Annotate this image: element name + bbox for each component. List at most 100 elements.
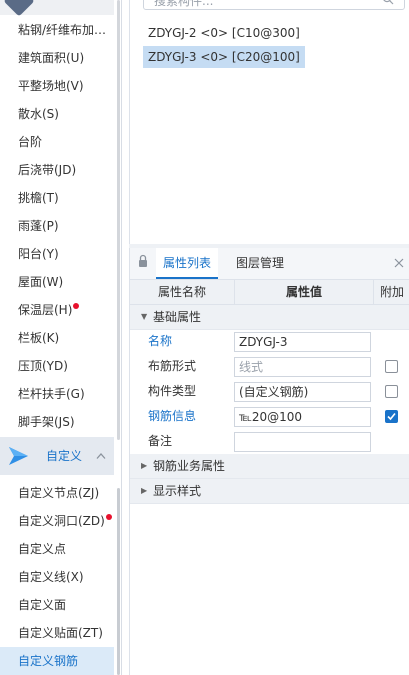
sidebar-scrollbar[interactable] <box>117 0 120 440</box>
property-grid-header: 属性名称 属性值 附加 <box>130 280 409 305</box>
caret-right-icon: ▶ <box>141 461 148 470</box>
sidebar-item-label: 压顶(YD) <box>18 359 68 373</box>
section-label: 显示样式 <box>153 484 202 498</box>
sidebar-group-custom[interactable]: 自定义 <box>0 437 114 475</box>
sidebar-subitem-label: 自定义节点(ZJ) <box>18 486 100 500</box>
sidebar-item[interactable]: 阳台(Y) <box>0 240 114 268</box>
sidebar-nav: 粘钢/纤维布加… 建筑面积(U) 平整场地(V) 散水(S) 台阶 后浇带(JD… <box>0 0 122 675</box>
sidebar-item[interactable]: 散水(S) <box>0 100 114 128</box>
lock-icon[interactable] <box>138 254 148 268</box>
property-value-input[interactable]: ℡20@100 <box>234 407 371 427</box>
component-list-item[interactable]: ZDYGJ-2 <0> [C10@300] <box>143 22 305 44</box>
sidebar-item[interactable]: 挑檐(T) <box>0 184 114 212</box>
sidebar-item[interactable]: 平整场地(V) <box>0 72 114 100</box>
section-basic-properties[interactable]: ▼ 基础属性 <box>130 305 409 330</box>
property-name: 构件类型 <box>148 384 197 398</box>
chevron-up-icon <box>96 453 106 459</box>
new-indicator-dot <box>105 514 112 520</box>
play-triangle-icon <box>9 447 28 465</box>
tab-layer-management[interactable]: 图层管理 <box>232 248 288 279</box>
append-checkbox-checked[interactable] <box>385 410 398 423</box>
sidebar-item-label: 后浇带(JD) <box>18 163 77 177</box>
sidebar-scrollbar[interactable] <box>117 488 120 675</box>
column-header-extra: 附加 <box>379 285 404 299</box>
sidebar-item[interactable]: 栏板(K) <box>0 324 114 352</box>
sidebar-item-label: 栏杆扶手(G) <box>18 387 85 401</box>
property-name: 钢筋信息 <box>148 409 197 423</box>
property-row: 备注 <box>130 429 409 454</box>
sidebar-subitem[interactable]: 自定义贴面(ZT) <box>0 619 114 647</box>
sidebar-item[interactable]: 建筑面积(U) <box>0 44 114 72</box>
sidebar-subitem-label: 自定义贴面(ZT) <box>18 626 103 640</box>
component-list-item-selected[interactable]: ZDYGJ-3 <0> [C20@100] <box>143 46 305 68</box>
property-value-input[interactable]: 线式 <box>234 357 371 377</box>
sidebar-item-label: 脚手架(JS) <box>18 415 75 429</box>
sidebar-subitem-label: 自定义钢筋 <box>18 654 79 668</box>
category-icon <box>3 0 35 17</box>
sidebar-item[interactable]: 脚手架(JS) <box>0 408 114 436</box>
sidebar-subitem-label: 自定义点 <box>18 542 67 556</box>
sidebar-item[interactable]: 压顶(YD) <box>0 352 114 380</box>
tab-property-list[interactable]: 属性列表 <box>156 248 218 279</box>
close-icon[interactable] <box>394 258 404 268</box>
sidebar-item-label: 阳台(Y) <box>18 247 59 261</box>
section-label: 钢筋业务属性 <box>153 459 226 473</box>
sidebar-top-header[interactable] <box>0 0 114 17</box>
component-label: ZDYGJ-3 <0> [C20@100] <box>148 50 300 64</box>
sidebar-item-label: 栏板(K) <box>18 331 60 345</box>
sidebar-subitem[interactable]: 自定义节点(ZJ) <box>0 479 114 507</box>
sidebar-item-label: 雨蓬(P) <box>18 219 59 233</box>
sidebar-subitem-selected[interactable]: 自定义钢筋 <box>0 647 114 675</box>
sidebar-item-label: 保温层(H) <box>18 303 73 317</box>
property-name: 布筋形式 <box>148 359 197 373</box>
search-placeholder: 搜索构件... <box>154 0 214 8</box>
tab-label: 属性列表 <box>162 256 211 270</box>
append-checkbox[interactable] <box>385 360 398 373</box>
properties-panel: 属性列表 图层管理 属性名称 属性值 附加 ▼ 基础属性 名称 ZDYGJ-3 … <box>129 248 409 675</box>
caret-down-icon: ▼ <box>141 312 148 321</box>
sidebar-subitem-label: 自定义面 <box>18 598 67 612</box>
property-value-input[interactable]: ZDYGJ-3 <box>234 332 371 352</box>
property-name: 备注 <box>148 434 173 448</box>
sidebar-item[interactable]: 粘钢/纤维布加… <box>0 16 114 44</box>
sidebar-item[interactable]: 后浇带(JD) <box>0 156 114 184</box>
property-row: 钢筋信息 ℡20@100 <box>130 404 409 429</box>
properties-tabbar: 属性列表 图层管理 <box>130 248 409 280</box>
sidebar-subitem[interactable]: 自定义点 <box>0 535 114 563</box>
sidebar-item-label: 台阶 <box>18 135 43 149</box>
component-label: ZDYGJ-2 <0> [C10@300] <box>148 26 300 40</box>
append-checkbox[interactable] <box>385 385 398 398</box>
sidebar-subitem[interactable]: 自定义面 <box>0 591 114 619</box>
sidebar-item[interactable]: 雨蓬(P) <box>0 212 114 240</box>
tab-label: 图层管理 <box>235 256 284 270</box>
property-name: 名称 <box>148 334 173 348</box>
sidebar-subitem-label: 自定义线(X) <box>18 570 84 584</box>
property-row: 布筋形式 线式 <box>130 354 409 379</box>
sidebar-item[interactable]: 保温层(H) <box>0 296 114 324</box>
sidebar-group-label: 自定义 <box>46 449 83 463</box>
property-row: 构件类型 (自定义钢筋) <box>130 379 409 404</box>
property-value-input[interactable]: (自定义钢筋) <box>234 382 371 402</box>
new-indicator-dot <box>73 303 80 309</box>
sidebar-item-label: 建筑面积(U) <box>18 51 85 65</box>
sidebar-subitem[interactable]: 自定义线(X) <box>0 563 114 591</box>
caret-right-icon: ▶ <box>141 486 148 495</box>
search-input[interactable]: 搜索构件... <box>143 0 405 10</box>
sidebar-item[interactable]: 台阶 <box>0 128 114 156</box>
search-icon <box>383 0 394 5</box>
sidebar-subitem[interactable]: 自定义洞口(ZD) <box>0 507 114 535</box>
component-list-panel: 搜索构件... ZDYGJ-2 <0> [C10@300] ZDYGJ-3 <0… <box>129 0 409 244</box>
sidebar-item-label: 平整场地(V) <box>18 79 84 93</box>
property-row: 名称 ZDYGJ-3 <box>130 329 409 354</box>
sidebar-subitem-label: 自定义洞口(ZD) <box>18 514 105 528</box>
section-display-style[interactable]: ▶ 显示样式 <box>130 479 409 504</box>
sidebar-item-label: 粘钢/纤维布加… <box>18 23 107 37</box>
sidebar-item-label: 屋面(W) <box>18 275 64 289</box>
sidebar-item[interactable]: 栏杆扶手(G) <box>0 380 114 408</box>
section-rebar-business-properties[interactable]: ▶ 钢筋业务属性 <box>130 454 409 479</box>
column-header-value: 属性值 <box>235 280 374 304</box>
sidebar-item[interactable]: 屋面(W) <box>0 268 114 296</box>
sidebar-item-label: 挑檐(T) <box>18 191 59 205</box>
property-value-input[interactable] <box>234 432 371 452</box>
sidebar-item-label: 散水(S) <box>18 107 59 121</box>
